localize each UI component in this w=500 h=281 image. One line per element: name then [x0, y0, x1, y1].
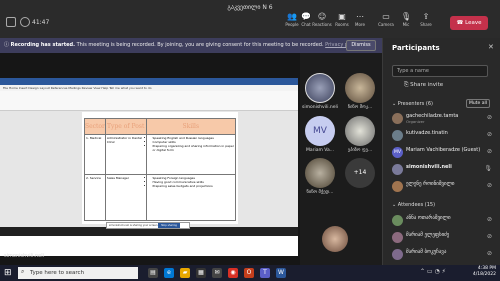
panel-title: Participants: [392, 44, 440, 52]
info-icon: ⓘ: [4, 42, 11, 48]
office-icon[interactable]: O: [244, 268, 254, 278]
mail-icon[interactable]: ✉: [212, 268, 222, 278]
phone-icon: ☎: [456, 20, 466, 26]
sharer-name: simonishvili.neli: [4, 253, 44, 259]
search-icon: ⌕: [21, 268, 25, 275]
mic-off-icon: ⊘: [486, 182, 492, 189]
mic-off-icon: ⊘: [486, 250, 492, 257]
banner-text: This meeting is being recorded. By joini…: [75, 42, 324, 48]
camera-icon: ▭: [382, 12, 390, 21]
avatar: [392, 181, 403, 192]
list-item[interactable]: ანნა ოთარაშვილი ⊘: [392, 215, 494, 227]
list-item[interactable]: მარიამ ელეფსიძე ⊘: [392, 232, 494, 244]
attendees-section[interactable]: ⌄ Attendees (15): [392, 202, 435, 208]
list-item[interactable]: ელენე როინიშვილი ⊘: [392, 181, 494, 193]
avatar: [392, 215, 403, 226]
table-row: 2. Service Sales Manager Speaking Foreig…: [84, 174, 237, 221]
store-icon[interactable]: ▦: [196, 268, 206, 278]
windows-start-icon[interactable]: ⊞: [4, 268, 12, 278]
edge-icon[interactable]: e: [164, 268, 174, 278]
presenters-section[interactable]: ⌄ Presenters (6): [392, 101, 433, 107]
word-titlebar: [0, 78, 298, 85]
table-cell: 1. Medical: [84, 134, 106, 175]
self-video-avatar: [322, 226, 348, 252]
word-icon[interactable]: W: [276, 268, 286, 278]
table-header: Type of Post: [104, 118, 147, 135]
mic-off-icon: ⊘: [486, 131, 492, 138]
list-item: Preparing sales budgets and projections: [153, 184, 234, 188]
tile-name: Mariam Va...: [305, 148, 335, 153]
banner-heading: Recording has started.: [10, 42, 75, 48]
leave-button[interactable]: ☎ Leave: [450, 16, 488, 30]
mic-off-icon: ⊘: [486, 216, 492, 223]
more-button[interactable]: ⋯ More: [348, 12, 372, 27]
close-icon[interactable]: ✕: [488, 43, 494, 51]
tile-name: ნინო მოკ...: [347, 105, 373, 110]
share-icon: ⇪: [422, 12, 430, 21]
mic-off-icon: ⊘: [486, 233, 492, 240]
mic-icon: 🎙: [401, 12, 412, 21]
avatar: [392, 232, 403, 243]
teams-icon[interactable]: T: [260, 268, 270, 278]
table-header: Sector: [84, 118, 106, 135]
table-header: Skills: [145, 118, 237, 135]
taskbar-clock[interactable]: 4:38 PM 4/18/2022: [456, 266, 496, 278]
rooms-icon: ▣: [338, 12, 346, 21]
taskbar-search-input[interactable]: Type here to search: [18, 267, 138, 279]
list-item[interactable]: gachechiladze.tamta Organizer ⊘: [392, 113, 494, 125]
table-cell: Sales Manager: [104, 174, 147, 221]
mute-all-button[interactable]: Mute all: [466, 99, 490, 108]
list-item[interactable]: kutivadze.tinatin ⊘: [392, 130, 494, 142]
table-row: 1. Medical Administrator in Dental Clini…: [84, 134, 237, 175]
participant-avatar[interactable]: [345, 116, 375, 146]
document-page: Sector Type of Post Skills 1. Medical Ad…: [82, 112, 238, 224]
tile-name: ეპიზო ფე...: [347, 148, 373, 153]
reactions-icon: ☺: [317, 12, 327, 21]
word-ribbon: [0, 91, 298, 111]
stop-sharing-button[interactable]: Stop sharing: [158, 223, 180, 228]
participant-avatar[interactable]: [305, 158, 335, 188]
file-explorer-icon[interactable]: ▰: [180, 268, 190, 278]
recording-banner: ⓘ Recording has started. This meeting is…: [0, 38, 382, 53]
more-icon: ⋯: [356, 12, 364, 21]
shared-screen: File Home Insert Design Layout Reference…: [0, 78, 298, 256]
chrome-icon[interactable]: ◉: [228, 268, 238, 278]
system-tray-icons[interactable]: ⌃ ▭ ◔ ⚡: [420, 268, 446, 275]
table-cell: Speaking English and Russian languages C…: [145, 134, 237, 175]
list-item: Preparing organizing and sharing informa…: [153, 144, 234, 152]
tile-name: ნინო მჭედ...: [306, 190, 334, 195]
screen: გაკვეთილი N 6 41:47 👥 People 💬 Chat ☺ Re…: [0, 0, 500, 281]
participant-avatar[interactable]: [345, 73, 375, 103]
meeting-title: გაკვეთილი N 6: [227, 4, 273, 11]
table-cell: 2. Service: [84, 174, 106, 221]
shield-icon: [6, 17, 16, 27]
mic-off-icon: ⊘: [486, 114, 492, 121]
participant-avatar[interactable]: MV: [305, 116, 335, 146]
list-item[interactable]: მარიამ ბოკუჩავა ⊘: [392, 249, 494, 261]
table-cell: Administrator in Dental Clinic: [104, 134, 147, 175]
participants-grid-icon[interactable]: [20, 17, 30, 27]
more-participants-tile[interactable]: +14: [345, 158, 375, 188]
avatar: [392, 249, 403, 260]
mic-icon: 🎙: [484, 165, 492, 172]
task-view-icon[interactable]: ▤: [148, 268, 158, 278]
participant-search-input[interactable]: Type a name: [392, 65, 488, 77]
table-cell: Speaking Foreign languages Having good c…: [145, 174, 237, 221]
avatar: [392, 164, 403, 175]
skills-table: Sector Type of Post Skills 1. Medical Ad…: [84, 118, 237, 221]
share-button[interactable]: ⇪ Share: [414, 12, 438, 27]
list-item[interactable]: simonishvili.neli 🎙: [392, 164, 494, 176]
list-item[interactable]: MV Mariam Vachiberadze (Guest) ⊘: [392, 147, 494, 159]
avatar: MV: [392, 147, 403, 158]
dismiss-button[interactable]: Dismiss: [346, 40, 376, 51]
avatar: [392, 130, 403, 141]
avatar: [392, 113, 403, 124]
mic-off-icon: ⊘: [486, 148, 492, 155]
tile-name: simonishvili.neli: [302, 105, 338, 110]
meeting-timer: 41:47: [32, 19, 50, 26]
share-invite-button[interactable]: ⎘ Share invite: [404, 82, 443, 89]
participant-avatar[interactable]: [305, 73, 335, 103]
